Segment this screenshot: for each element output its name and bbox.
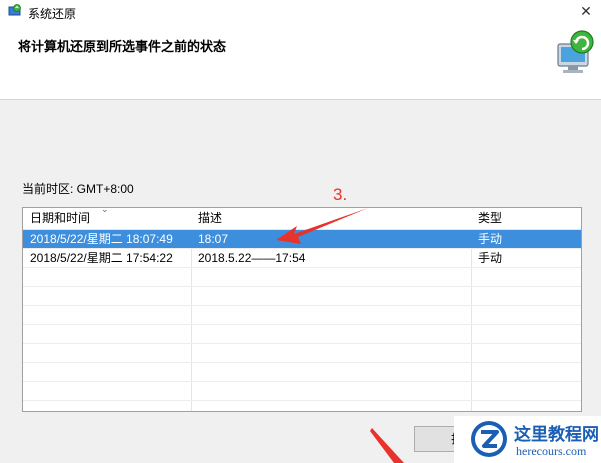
page-heading: 将计算机还原到所选事件之前的状态 xyxy=(18,39,227,54)
close-icon: ✕ xyxy=(580,3,592,19)
watermark-title: 这里教程网 xyxy=(514,425,599,445)
table-row-empty xyxy=(23,363,581,382)
header-panel: 将计算机还原到所选事件之前的状态 xyxy=(0,24,601,100)
table-row[interactable]: 2018/5/22/星期二 17:54:22 2018.5.22——17:54 … xyxy=(23,249,581,268)
arrow-icon xyxy=(370,428,404,463)
table-row-empty xyxy=(23,325,581,344)
window-title: 系统还原 xyxy=(28,7,77,21)
cell-description: 2018.5.22——17:54 xyxy=(198,251,306,265)
cell-type: 手动 xyxy=(478,232,503,246)
close-button[interactable]: ✕ xyxy=(571,0,601,24)
column-header-type[interactable]: 类型 xyxy=(471,208,581,230)
table-row-empty xyxy=(23,287,581,306)
system-restore-app-icon xyxy=(8,4,21,16)
watermark: 这里教程网 herecours.com xyxy=(454,416,601,463)
column-header-description[interactable]: 描述 xyxy=(191,208,471,230)
title-bar: 系统还原 ✕ xyxy=(0,0,601,24)
cell-datetime: 2018/5/22/星期二 17:54:22 xyxy=(30,251,173,265)
table-row[interactable]: 2018/5/22/星期二 18:07:49 18:07 手动 xyxy=(23,230,581,249)
cell-type: 手动 xyxy=(478,251,503,265)
watermark-logo-icon xyxy=(471,421,507,457)
table-header: 日期和时间 ⌄ 描述 类型 xyxy=(23,208,581,230)
system-restore-icon xyxy=(557,30,594,73)
timezone-label: 当前时区: GMT+8:00 xyxy=(22,182,134,196)
cell-description: 18:07 xyxy=(198,232,229,246)
watermark-url: herecours.com xyxy=(516,444,587,458)
table-row-empty xyxy=(23,306,581,325)
sort-chevron-icon: ⌄ xyxy=(101,207,109,214)
table-row-empty xyxy=(23,382,581,401)
restore-points-table: 日期和时间 ⌄ 描述 类型 2018/5/22/星期二 18:07:49 18:… xyxy=(22,207,582,412)
step-annotation: 3. xyxy=(333,185,348,204)
table-row-empty xyxy=(23,344,581,363)
table-row-empty xyxy=(23,268,581,287)
cell-datetime: 2018/5/22/星期二 18:07:49 xyxy=(30,232,173,246)
